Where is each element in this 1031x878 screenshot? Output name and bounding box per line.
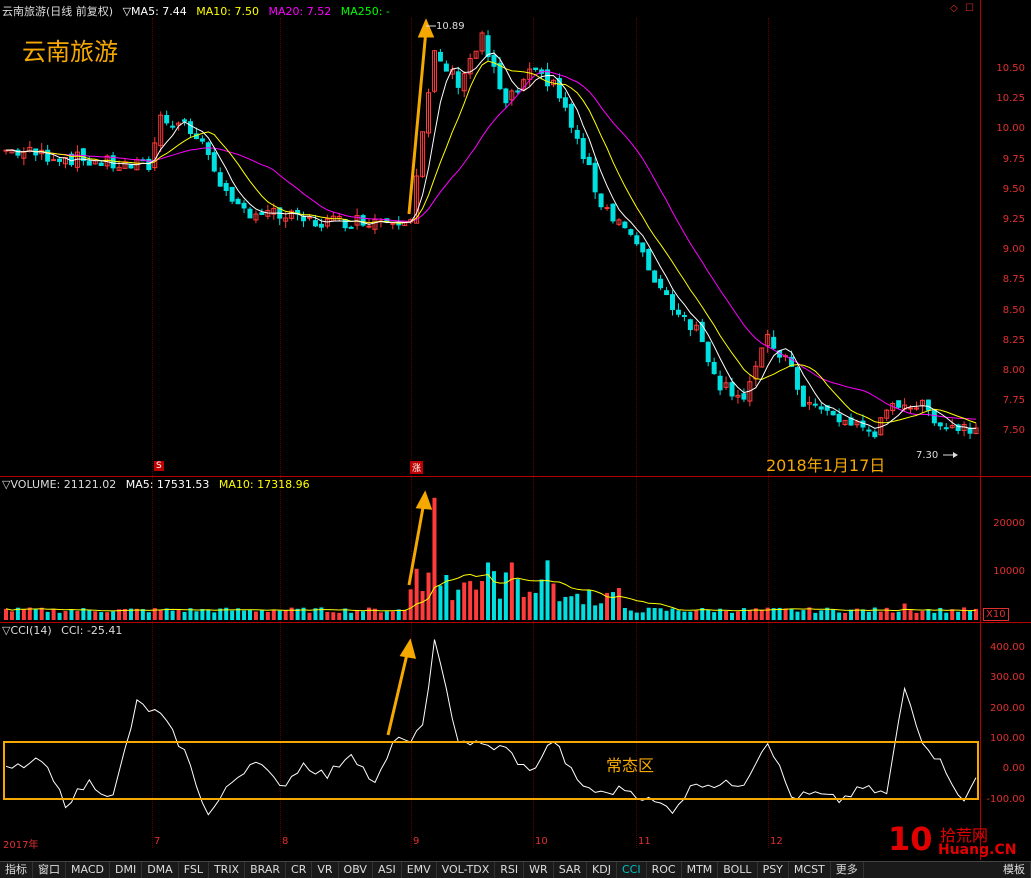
cci-header: ▽CCI(14) CCI: -25.41 bbox=[2, 624, 128, 637]
cci-axis-label: 400.00 bbox=[990, 642, 1025, 653]
tab-12[interactable]: EMV bbox=[402, 862, 437, 878]
volume-ma-line bbox=[5, 573, 977, 612]
tab-21[interactable]: BOLL bbox=[718, 862, 758, 878]
tab-15[interactable]: WR bbox=[524, 862, 554, 878]
tab-2[interactable]: MACD bbox=[66, 862, 110, 878]
month-label: 9 bbox=[413, 836, 420, 847]
cci-axis-label: 100.00 bbox=[990, 732, 1025, 744]
indicator-tab-bar: 指标 窗口 MACD DMI DMA FSL TRIX BRAR CR VR OBV ASI EMV VO… bbox=[0, 861, 1031, 878]
ma10-line bbox=[5, 60, 977, 424]
cci-axis-label: 300.00 bbox=[990, 672, 1025, 684]
cci-axis-label: 0.00 bbox=[1002, 763, 1025, 775]
tab-6[interactable]: TRIX bbox=[209, 862, 246, 878]
logo-number: 10 bbox=[888, 820, 933, 858]
month-axis: 2017年 7 8 9 10 11 12 bbox=[0, 836, 980, 851]
stock-name-annotation: 云南旅游 bbox=[22, 38, 118, 66]
low-price-label: 7.30 bbox=[916, 450, 939, 461]
month-label: 2017年 bbox=[3, 840, 39, 851]
marker-s: S bbox=[154, 461, 164, 471]
tab-24[interactable]: 更多 bbox=[831, 862, 864, 878]
tab-3[interactable]: DMI bbox=[110, 862, 143, 878]
cci-axis-label: -100.00 bbox=[986, 793, 1025, 805]
tab-4[interactable]: DMA bbox=[142, 862, 179, 878]
cci-surge-arrow bbox=[386, 638, 417, 736]
site-logo: 10 拾荒网 Huang.CN bbox=[888, 820, 1024, 862]
tab-9[interactable]: VR bbox=[312, 862, 339, 878]
cci-readout: CCI: -25.41 bbox=[61, 624, 123, 637]
tab-19[interactable]: ROC bbox=[647, 862, 682, 878]
logo-site: Huang.CN bbox=[938, 842, 1017, 858]
cci-axis-label: 200.00 bbox=[990, 702, 1025, 714]
date-annotation: 2018年1月17日 bbox=[766, 456, 886, 475]
ma20-line bbox=[5, 70, 977, 420]
volume-surge-arrow bbox=[407, 490, 433, 586]
tab-10[interactable]: OBV bbox=[339, 862, 373, 878]
tab-16[interactable]: SAR bbox=[554, 862, 588, 878]
high-price-label: 10.89 bbox=[436, 21, 465, 32]
tab-0[interactable]: 指标 bbox=[0, 862, 33, 878]
tab-20[interactable]: MTM bbox=[682, 862, 719, 878]
month-label: 7 bbox=[154, 836, 161, 847]
normal-zone-box bbox=[3, 741, 979, 800]
tab-18[interactable]: CCI bbox=[617, 862, 647, 878]
low-pointer-head bbox=[953, 452, 958, 458]
tab-23[interactable]: MCST bbox=[789, 862, 831, 878]
month-label: 12 bbox=[770, 836, 783, 847]
volume-ma10-readout: MA10: 17318.96 bbox=[218, 478, 310, 491]
volume-readout: ▽VOLUME: 21121.02 bbox=[2, 478, 117, 491]
marker-zhang: 涨 bbox=[410, 461, 424, 474]
volume-unit: X10 bbox=[983, 608, 1009, 621]
tab-11[interactable]: ASI bbox=[373, 862, 402, 878]
volume-header: ▽VOLUME: 21121.02 MA5: 17531.53 MA10: 17… bbox=[2, 478, 316, 491]
tab-7[interactable]: BRAR bbox=[245, 862, 287, 878]
normal-zone-label: 常态区 bbox=[606, 756, 655, 775]
tab-1[interactable]: 窗口 bbox=[33, 862, 66, 878]
tab-22[interactable]: PSY bbox=[758, 862, 789, 878]
month-label: 8 bbox=[282, 836, 289, 847]
tab-13[interactable]: VOL-TDX bbox=[437, 862, 496, 878]
price-candles bbox=[3, 30, 979, 440]
cci-title: ▽CCI(14) bbox=[2, 624, 52, 637]
volume-ma5-readout: MA5: 17531.53 bbox=[125, 478, 210, 491]
tab-14[interactable]: RSI bbox=[495, 862, 525, 878]
ma5-line bbox=[5, 52, 976, 429]
template-tab[interactable]: 模板 bbox=[998, 862, 1031, 878]
volume-axis-20000: 20000 bbox=[993, 518, 1025, 529]
tab-5[interactable]: FSL bbox=[179, 862, 209, 878]
volume-axis-10000: 10000 bbox=[993, 566, 1025, 577]
volume-bars bbox=[4, 497, 978, 620]
month-label: 11 bbox=[638, 836, 651, 847]
month-label: 10 bbox=[535, 836, 548, 847]
tab-8[interactable]: CR bbox=[286, 862, 313, 878]
tab-17[interactable]: KDJ bbox=[587, 862, 617, 878]
